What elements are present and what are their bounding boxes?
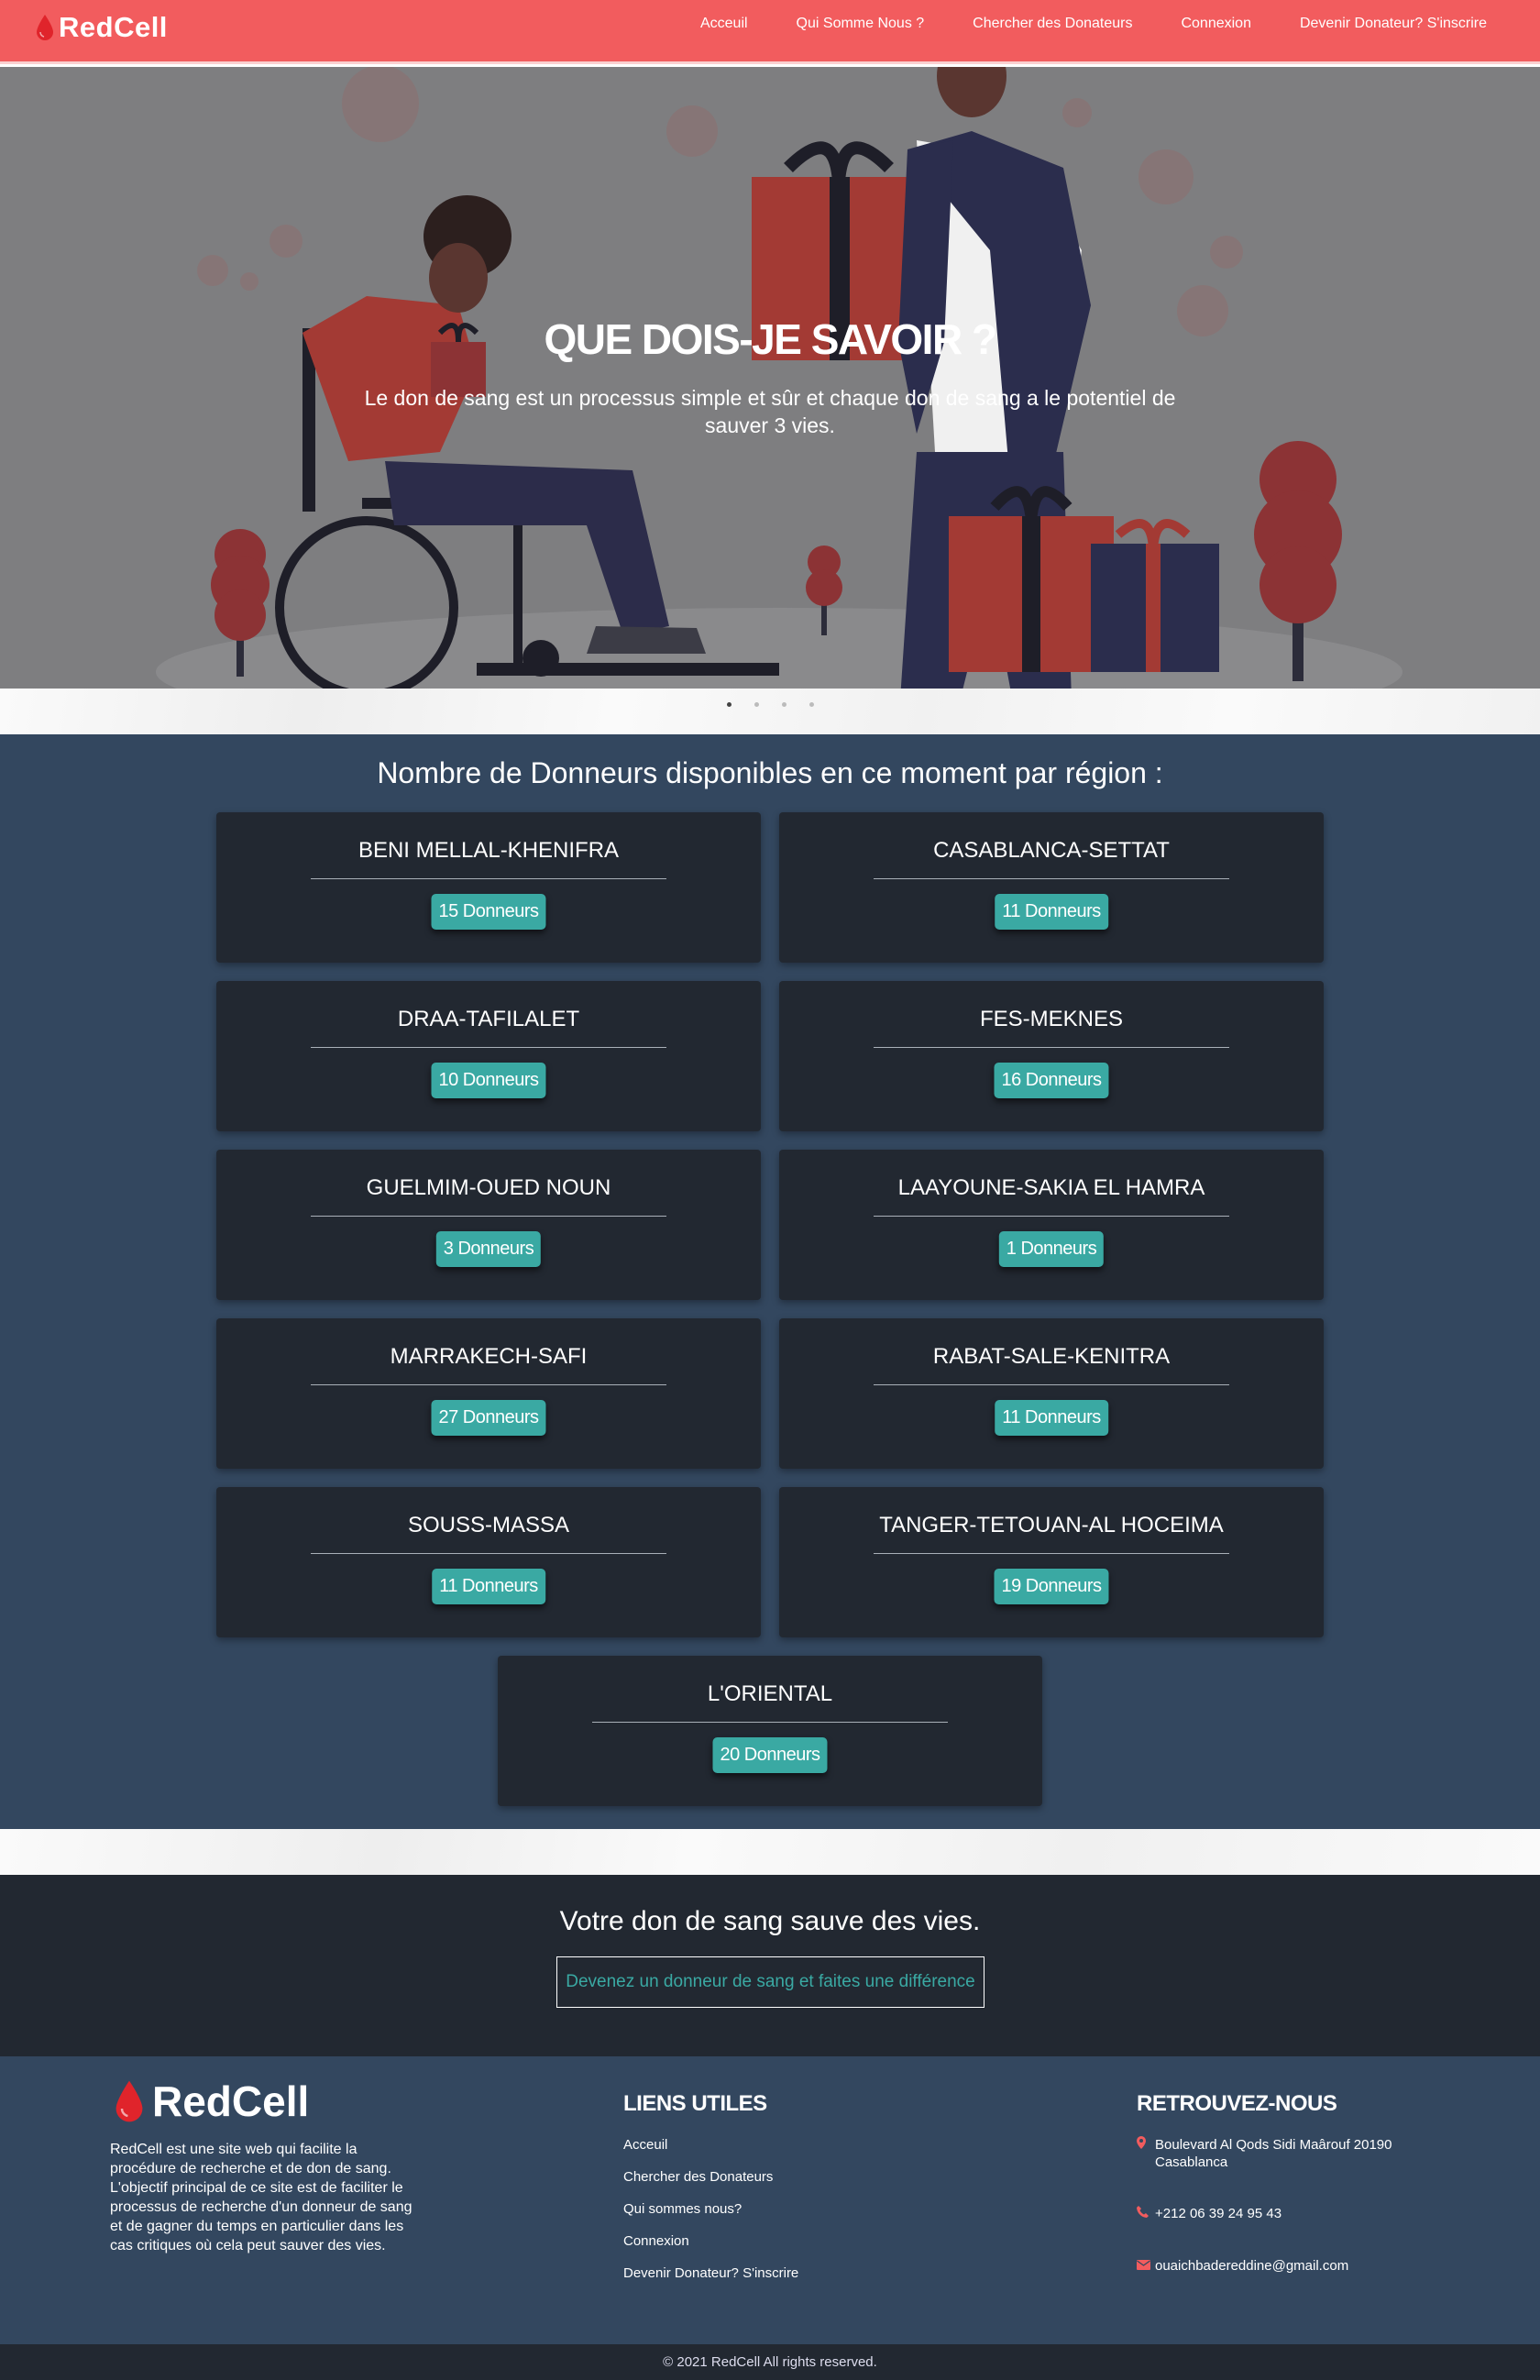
divider — [874, 1047, 1229, 1048]
region-card: L'ORIENTAL 20 Donneurs — [498, 1656, 1042, 1806]
brand-name: RedCell — [59, 11, 168, 43]
footer-link-acceuil[interactable]: Acceuil — [623, 2136, 798, 2168]
region-card: MARRAKECH-SAFI 27 Donneurs — [216, 1318, 761, 1469]
donor-count-badge[interactable]: 3 Donneurs — [435, 1231, 542, 1267]
region-card: BENI MELLAL-KHENIFRA 15 Donneurs — [216, 812, 761, 963]
donor-count-badge[interactable]: 16 Donneurs — [994, 1063, 1109, 1098]
navbar: RedCell Acceuil Qui Somme Nous ? Cherche… — [0, 0, 1540, 64]
donor-count-badge[interactable]: 11 Donneurs — [995, 1400, 1108, 1436]
contact-title: RETROUVEZ-NOUS — [1137, 2091, 1337, 2116]
call-to-action: Votre don de sang sauve des vies. Devene… — [0, 1875, 1540, 2056]
hero-carousel: QUE DOIS-JE SAVOIR ? Le don de sang est … — [0, 67, 1540, 689]
copyright: © 2021 RedCell All rights reserved. — [0, 2344, 1540, 2380]
divider — [874, 878, 1229, 879]
donor-count-badge[interactable]: 20 Donneurs — [712, 1737, 828, 1773]
nav-menu: Acceuil Qui Somme Nous ? Chercher des Do… — [700, 0, 1487, 48]
divider — [874, 1384, 1229, 1385]
region-name: FES-MEKNES — [979, 1007, 1124, 1031]
footer-link-inscrire[interactable]: Devenir Donateur? S'inscrire — [623, 2264, 798, 2297]
carousel-indicator-band — [0, 689, 1540, 734]
region-name: DRAA-TAFILALET — [397, 1007, 580, 1031]
donor-count-badge[interactable]: 15 Donneurs — [431, 894, 546, 930]
footer-links: Acceuil Chercher des Donateurs Qui somme… — [623, 2136, 798, 2297]
hero-title: QUE DOIS-JE SAVOIR ? — [544, 315, 997, 363]
become-donor-button[interactable]: Devenez un donneur de sang et faites une… — [556, 1956, 984, 2008]
region-name: BENI MELLAL-KHENIFRA — [358, 838, 620, 863]
region-name: CASABLANCA-SETTAT — [933, 838, 1170, 863]
region-card: GUELMIM-OUED NOUN 3 Donneurs — [216, 1150, 761, 1300]
donor-count-badge[interactable]: 1 Donneurs — [998, 1231, 1105, 1267]
region-card: FES-MEKNES 16 Donneurs — [779, 981, 1324, 1131]
footer-contact: Boulevard Al Qods Sidi Maârouf 20190 Cas… — [1137, 2136, 1430, 2275]
region-name: MARRAKECH-SAFI — [390, 1344, 588, 1369]
address-text: Boulevard Al Qods Sidi Maârouf 20190 Cas… — [1155, 2137, 1392, 2170]
nav-link-qui-somme-nous[interactable]: Qui Somme Nous ? — [797, 16, 925, 32]
region-name: RABAT-SALE-KENITRA — [932, 1344, 1171, 1369]
region-name: L'ORIENTAL — [707, 1681, 833, 1706]
region-card: SOUSS-MASSA 11 Donneurs — [216, 1487, 761, 1637]
useful-links-title: LIENS UTILES — [623, 2091, 767, 2116]
hero-illustration — [0, 67, 1540, 689]
divider — [311, 878, 666, 879]
region-name: GUELMIM-OUED NOUN — [366, 1175, 611, 1200]
blood-drop-icon — [116, 2080, 143, 2122]
divider — [874, 1216, 1229, 1217]
hero-subtitle: Le don de sang est un processus simple e… — [364, 386, 1176, 437]
carousel-dot-3[interactable] — [781, 702, 786, 707]
carousel-dot-1[interactable] — [726, 702, 732, 707]
donor-count-badge[interactable]: 19 Donneurs — [994, 1569, 1109, 1604]
section-separator-band — [0, 1829, 1540, 1875]
contact-email: ouaichbadereddine@gmail.com — [1137, 2257, 1430, 2275]
envelope-icon — [1137, 2257, 1155, 2275]
divider — [311, 1216, 666, 1217]
region-card: TANGER-TETOUAN-AL HOCEIMA 19 Donneurs — [779, 1487, 1324, 1637]
donors-by-region-section: Nombre de Donneurs disponibles en ce mom… — [0, 734, 1540, 1829]
nav-link-connexion[interactable]: Connexion — [1181, 16, 1251, 32]
footer-brand-logo[interactable]: RedCell — [112, 2077, 309, 2126]
region-name: LAAYOUNE-SAKIA EL HAMRA — [897, 1175, 1205, 1200]
contact-address: Boulevard Al Qods Sidi Maârouf 20190 Cas… — [1137, 2136, 1430, 2205]
nav-link-chercher-donateurs[interactable]: Chercher des Donateurs — [973, 16, 1132, 32]
carousel-dot-2[interactable] — [754, 702, 759, 707]
nav-link-acceuil[interactable]: Acceuil — [700, 16, 748, 32]
blood-drop-icon — [37, 15, 53, 40]
cta-text: Votre don de sang sauve des vies. — [559, 1906, 981, 1936]
footer-brand-name: RedCell — [152, 2077, 310, 2125]
contact-phone: +212 06 39 24 95 43 — [1137, 2205, 1430, 2257]
footer-link-chercher-donateurs[interactable]: Chercher des Donateurs — [623, 2168, 798, 2200]
region-card: CASABLANCA-SETTAT 11 Donneurs — [779, 812, 1324, 963]
divider — [311, 1047, 666, 1048]
phone-text[interactable]: +212 06 39 24 95 43 — [1155, 2205, 1282, 2222]
nav-link-inscrire[interactable]: Devenir Donateur? S'inscrire — [1300, 16, 1487, 32]
footer-description: RedCell est une site web qui facilite la… — [110, 2142, 412, 2253]
carousel-indicators — [0, 702, 1540, 707]
footer-link-qui-sommes-nous[interactable]: Qui sommes nous? — [623, 2200, 798, 2232]
email-text[interactable]: ouaichbadereddine@gmail.com — [1155, 2257, 1348, 2275]
donor-count-badge[interactable]: 27 Donneurs — [431, 1400, 546, 1436]
phone-icon — [1137, 2205, 1155, 2222]
donor-count-badge[interactable]: 10 Donneurs — [431, 1063, 546, 1098]
region-name: TANGER-TETOUAN-AL HOCEIMA — [879, 1513, 1224, 1537]
donors-heading: Nombre de Donneurs disponibles en ce mom… — [377, 756, 1163, 789]
carousel-dot-4[interactable] — [808, 702, 814, 707]
footer-link-connexion[interactable]: Connexion — [623, 2232, 798, 2264]
donor-count-badge[interactable]: 11 Donneurs — [995, 894, 1108, 930]
region-name: SOUSS-MASSA — [407, 1513, 570, 1537]
region-card: LAAYOUNE-SAKIA EL HAMRA 1 Donneurs — [779, 1150, 1324, 1300]
divider — [311, 1553, 666, 1554]
divider — [592, 1722, 948, 1723]
donor-count-badge[interactable]: 11 Donneurs — [432, 1569, 545, 1604]
map-pin-icon — [1137, 2136, 1155, 2154]
footer: RedCell RedCell est une site web qui fac… — [0, 2056, 1540, 2344]
brand-logo[interactable]: RedCell — [35, 11, 168, 44]
divider — [311, 1384, 666, 1385]
divider — [874, 1553, 1229, 1554]
region-card: RABAT-SALE-KENITRA 11 Donneurs — [779, 1318, 1324, 1469]
region-card: DRAA-TAFILALET 10 Donneurs — [216, 981, 761, 1131]
